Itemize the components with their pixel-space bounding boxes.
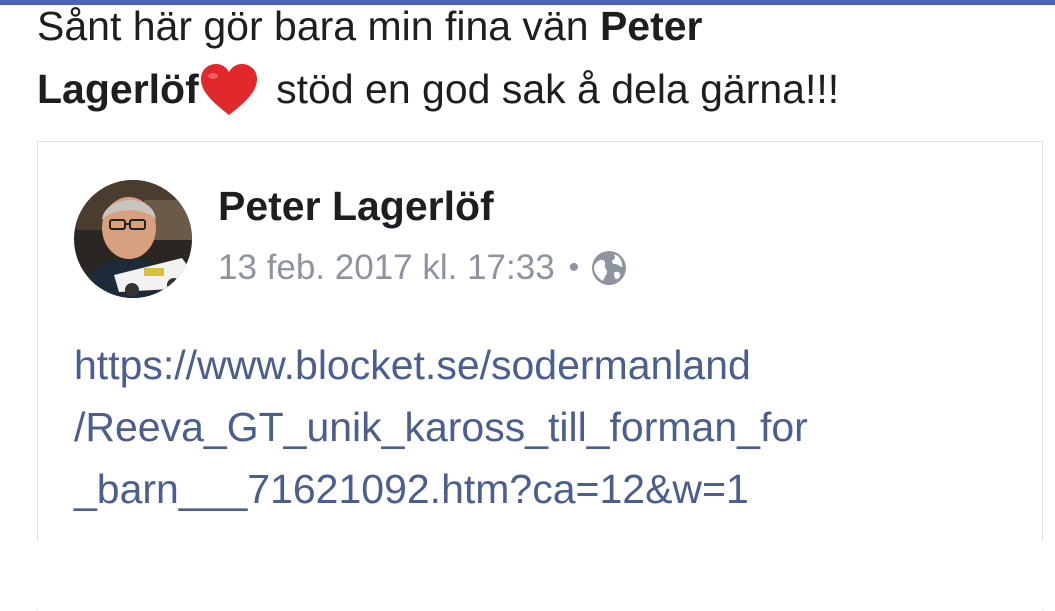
post-text-intro: Sånt här gör bara min fina vän xyxy=(37,3,600,49)
link-line[interactable]: _barn___71621092.htm?ca=12&w=1 xyxy=(74,458,1034,520)
post-message: Sånt här gör bara min fina vän Peter Lag… xyxy=(37,0,1037,121)
mention-lagerlof[interactable]: Lagerlöf xyxy=(37,66,199,112)
mention-peter[interactable]: Peter xyxy=(600,3,703,49)
link-line[interactable]: /Reeva_GT_unik_kaross_till_forman_for xyxy=(74,396,1034,458)
heart-emoji-icon xyxy=(200,64,257,115)
shared-author-name[interactable]: Peter Lagerlöf xyxy=(218,180,494,232)
blank-area xyxy=(0,541,1055,610)
meta-separator: • xyxy=(568,251,580,284)
shared-link[interactable]: https://www.blocket.se/sodermanland /Ree… xyxy=(74,334,1034,520)
post-timestamp[interactable]: 13 feb. 2017 kl. 17:33 xyxy=(218,244,555,292)
avatar[interactable] xyxy=(74,180,192,298)
post-text-outro: stöd en god sak å dela gärna!!! xyxy=(264,66,840,112)
globe-icon[interactable] xyxy=(591,250,627,286)
post-meta: 13 feb. 2017 kl. 17:33 • xyxy=(218,244,627,292)
link-line[interactable]: https://www.blocket.se/sodermanland xyxy=(74,334,1034,396)
profile-photo xyxy=(74,180,192,298)
